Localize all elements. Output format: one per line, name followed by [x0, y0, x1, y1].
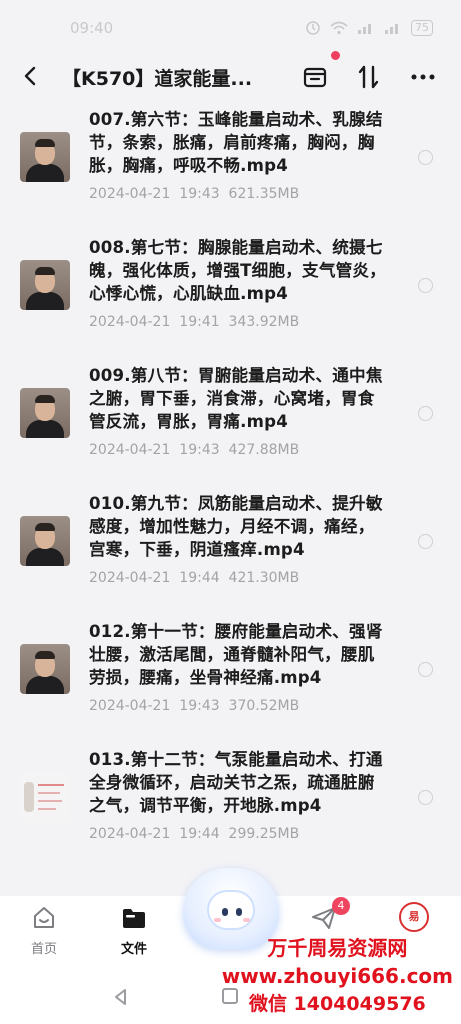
file-date: 2024-04-21: [89, 314, 171, 330]
status-bar: 09:40 75: [0, 0, 461, 56]
file-name: 008.第七节：胸腺能量启动术、统摄七魄，强化体质，增强T细胞，支气管炎，心悸心…: [89, 238, 387, 303]
file-name: 013.第十二节：气泵能量启动术、打通全身微循环，启动关节之炁，疏通脏腑之气，调…: [89, 750, 383, 815]
file-time: 19:43: [179, 186, 220, 202]
header: 【K570】道家能量...: [0, 52, 461, 100]
file-list-item[interactable]: 007.第六节：玉峰能量启动术、乳腺结节，条索，胀痛，肩前疼痛，胸闷，胸胀，胸痛…: [0, 100, 461, 228]
signal-2-icon: [385, 24, 398, 34]
wifi-icon: [330, 21, 348, 35]
file-time: 19:43: [179, 698, 220, 714]
alarm-icon: [306, 21, 320, 35]
file-size: 621.35MB: [228, 186, 300, 202]
file-list: 007.第六节：玉峰能量启动术、乳腺结节，条索，胀痛，肩前疼痛，胸闷，胸胀，胸痛…: [0, 100, 461, 868]
video-thumbnail: [20, 132, 70, 182]
file-time: 19:41: [179, 314, 220, 330]
file-meta: 2024-04-21 19:44 299.25MB: [89, 826, 299, 842]
file-list-item[interactable]: 008.第七节：胸腺能量启动术、统摄七魄，强化体质，增强T细胞，支气管炎，心悸心…: [0, 228, 461, 356]
file-date: 2024-04-21: [89, 698, 171, 714]
watermark-logo-icon: 易: [399, 902, 429, 932]
file-date: 2024-04-21: [89, 826, 171, 842]
file-meta: 2024-04-21 19:43 621.35MB: [89, 186, 299, 202]
video-thumbnail: [20, 388, 70, 438]
system-back-icon[interactable]: [112, 988, 130, 1006]
file-date: 2024-04-21: [89, 442, 171, 458]
video-thumbnail: [20, 644, 70, 694]
file-date: 2024-04-21: [89, 186, 171, 202]
sort-icon[interactable]: [357, 64, 381, 90]
video-thumbnail: [20, 260, 70, 310]
file-meta: 2024-04-21 19:44 421.30MB: [89, 570, 299, 586]
file-list-item[interactable]: 013.第十二节：气泵能量启动术、打通全身微循环，启动关节之炁，疏通脏腑之气，调…: [0, 740, 461, 868]
select-radio[interactable]: [418, 406, 433, 421]
file-list-item[interactable]: 010.第九节：凤筋能量启动术、提升敏感度，增加性魅力，月经不调，痛经，宫寒，下…: [0, 484, 461, 612]
battery-icon: 75: [411, 20, 433, 36]
home-icon: [34, 907, 54, 928]
nav-home-label: 首页: [30, 942, 57, 957]
watermark-line3: 微信 1404049576: [248, 993, 426, 1015]
select-radio[interactable]: [418, 150, 433, 165]
folder-icon: [123, 909, 145, 928]
file-size: 427.88MB: [228, 442, 300, 458]
file-time: 19:44: [179, 570, 220, 586]
signal-icon: [358, 24, 371, 34]
file-time: 19:44: [179, 826, 220, 842]
watermark: 万千周易资源网 www.zhouyi666.com 微信 1404049576: [222, 934, 453, 1018]
nav-files-label: 文件: [120, 942, 147, 957]
system-home-icon[interactable]: [222, 988, 238, 1004]
file-size: 343.92MB: [228, 314, 300, 330]
file-size: 299.25MB: [228, 826, 300, 842]
file-list-item[interactable]: 009.第八节：胃腑能量启动术、通中焦之腑，胃下垂，消食滞，心窝堵，胃食管反流，…: [0, 356, 461, 484]
select-radio[interactable]: [418, 790, 433, 805]
status-time: 09:40: [70, 19, 114, 37]
video-thumbnail: [20, 516, 70, 566]
watermark-line1: 万千周易资源网: [267, 936, 408, 960]
file-meta: 2024-04-21 19:41 343.92MB: [89, 314, 299, 330]
file-size: 421.30MB: [228, 570, 300, 586]
page-title: 【K570】道家能量...: [62, 68, 253, 90]
nav-home[interactable]: 首页: [14, 904, 74, 957]
select-radio[interactable]: [418, 534, 433, 549]
select-radio[interactable]: [418, 278, 433, 293]
video-thumbnail: [20, 772, 70, 822]
notification-dot: [331, 51, 340, 60]
watermark-line2: www.zhouyi666.com: [221, 964, 453, 988]
back-arrow-icon[interactable]: [20, 64, 42, 88]
file-name: 007.第六节：玉峰能量启动术、乳腺结节，条索，胀痛，肩前疼痛，胸闷，胸胀，胸痛…: [89, 110, 383, 175]
file-name: 012.第十一节：腰府能量启动术、强肾壮腰，激活尾閭，通脊髓补阳气，腰肌劳损，腰…: [89, 622, 383, 687]
archive-icon[interactable]: [302, 64, 328, 90]
select-radio[interactable]: [418, 662, 433, 677]
file-name: 010.第九节：凤筋能量启动术、提升敏感度，增加性魅力，月经不调，痛经，宫寒，下…: [89, 494, 383, 559]
status-icons: 75: [305, 20, 433, 36]
send-badge: 4: [332, 897, 350, 915]
file-meta: 2024-04-21 19:43 370.52MB: [89, 698, 299, 714]
file-list-item[interactable]: 012.第十一节：腰府能量启动术、强肾壮腰，激活尾閭，通脊髓补阳气，腰肌劳损，腰…: [0, 612, 461, 740]
file-name: 009.第八节：胃腑能量启动术、通中焦之腑，胃下垂，消食滞，心窝堵，胃食管反流，…: [89, 366, 383, 431]
file-time: 19:43: [179, 442, 220, 458]
more-options-icon[interactable]: [409, 64, 437, 90]
file-size: 370.52MB: [228, 698, 300, 714]
mascot-face: [207, 890, 255, 930]
file-meta: 2024-04-21 19:43 427.88MB: [89, 442, 299, 458]
file-date: 2024-04-21: [89, 570, 171, 586]
nav-files[interactable]: 文件: [104, 904, 164, 957]
